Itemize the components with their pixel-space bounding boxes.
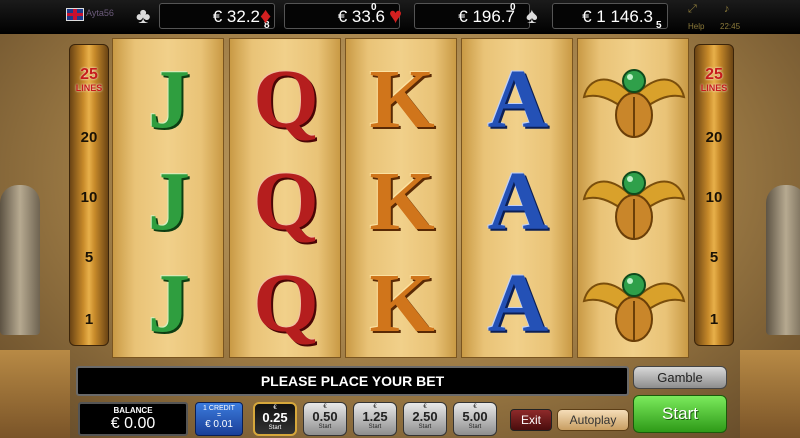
symbol-k: K [369, 52, 435, 146]
line-marker-1-right[interactable]: 1 [695, 311, 733, 328]
line-marker-5-right[interactable]: 5 [695, 249, 733, 266]
jackpot-hearts-suffix: 0 [510, 2, 516, 13]
jackpot-bar: Ayta56 ♣ € 32.2 8 ♦ € 33.6 0 ♥ € 196.7 0… [0, 0, 800, 34]
line-marker-1[interactable]: 1 [70, 311, 108, 328]
bet-value: 2.50 [412, 409, 438, 424]
reel-3: KKK [345, 38, 457, 358]
credit-label: 1 CREDIT [203, 405, 235, 412]
bet-button-2-50[interactable]: € 2.50 Start [403, 402, 447, 436]
credit-value: € 0.01 [205, 419, 233, 430]
left-anubis-statue [0, 185, 40, 335]
start-button[interactable]: Start [633, 395, 727, 433]
symbol-a: A [487, 154, 549, 248]
autoplay-button[interactable]: Autoplay [557, 409, 629, 431]
clubs-icon: ♣ [136, 3, 151, 28]
balance-label: BALANCE [113, 406, 153, 415]
lines-indicator[interactable]: 25 LINES [72, 67, 106, 113]
credit-equals: = [216, 412, 222, 419]
jackpot-spades: € 1 146.3 [552, 3, 668, 29]
bet-value: 0.25 [262, 410, 288, 425]
bet-button-5-00[interactable]: € 5.00 Start [453, 402, 497, 436]
jackpot-spades-value: € 1 146.3 [582, 7, 653, 26]
player-name: Ayta56 [86, 8, 114, 18]
symbol-k: K [369, 256, 435, 350]
bet-button-1-25[interactable]: € 1.25 Start [353, 402, 397, 436]
bet-button-0-25[interactable]: € 0.25 Start [253, 402, 297, 436]
balance-display: BALANCE € 0.00 [78, 402, 188, 436]
lines-indicator-right[interactable]: 25 LINES [697, 67, 731, 113]
left-pedestal [0, 350, 70, 438]
balance-value: € 0.00 [110, 415, 156, 432]
symbol-q: Q [253, 154, 319, 248]
reel-4: AAA [461, 38, 573, 358]
bet-value: 1.25 [362, 409, 388, 424]
credit-display: 1 CREDIT = € 0.01 [195, 402, 243, 436]
jackpot-diamonds: € 33.6 [284, 3, 400, 29]
right-lines-panel: 25 LINES 20 10 5 1 [694, 44, 734, 346]
symbol-q: Q [253, 52, 319, 146]
bet-button-0-50[interactable]: € 0.50 Start [303, 402, 347, 436]
lines-count-right: 25 [705, 66, 723, 83]
jackpot-clubs: € 32.2 [159, 3, 275, 29]
line-marker-20-right[interactable]: 20 [695, 129, 733, 146]
bet-start-label: Start [468, 424, 482, 430]
symbol-k: K [369, 154, 435, 248]
bet-value: 5.00 [462, 409, 488, 424]
symbol-j: J [148, 52, 190, 146]
line-marker-20[interactable]: 20 [70, 129, 108, 146]
uk-flag-icon[interactable] [66, 8, 84, 21]
scarab-symbol [578, 151, 690, 251]
jackpot-hearts-value: € 196.7 [458, 7, 515, 26]
right-anubis-statue [766, 185, 800, 335]
line-marker-5[interactable]: 5 [70, 249, 108, 266]
help-link[interactable]: Help [688, 22, 704, 31]
symbol-j: J [148, 256, 190, 350]
clock: 22:45 [720, 22, 741, 31]
jackpot-clubs-value: € 32.2 [212, 7, 260, 26]
fullscreen-icon[interactable]: ⤢ [688, 3, 697, 16]
bet-start-label: Start [368, 424, 382, 430]
line-marker-10[interactable]: 10 [70, 189, 108, 206]
jackpot-diamonds-suffix: 0 [371, 2, 377, 13]
symbol-a: A [487, 256, 549, 350]
reel-5 [577, 38, 689, 358]
gamble-button[interactable]: Gamble [633, 366, 727, 389]
symbol-a: A [487, 52, 549, 146]
exit-button[interactable]: Exit [510, 409, 552, 431]
hearts-icon: ♥ [389, 3, 403, 28]
jackpot-spades-suffix: 5 [656, 20, 662, 31]
left-lines-panel: 25 LINES 20 10 5 1 [69, 44, 109, 346]
bet-start-label: Start [268, 425, 282, 431]
symbol-q: Q [253, 256, 319, 350]
lines-label-right: LINES [700, 83, 728, 93]
bet-start-label: Start [418, 424, 432, 430]
scarab-symbol [578, 253, 690, 353]
right-pedestal [740, 350, 800, 438]
symbol-j: J [148, 154, 190, 248]
reel-1: JJJ [112, 38, 224, 358]
lines-count: 25 [80, 66, 98, 83]
reel-area: JJJQQQKKKAAA [112, 38, 689, 358]
spades-icon: ♠ [526, 3, 538, 28]
line-marker-10-right[interactable]: 10 [695, 189, 733, 206]
scarab-symbol [578, 49, 690, 149]
reel-2: QQQ [229, 38, 341, 358]
bet-value: 0.50 [312, 409, 338, 424]
lines-label: LINES [75, 83, 103, 93]
sound-icon[interactable]: ♪ [724, 3, 730, 15]
status-message: PLEASE PLACE YOUR BET [76, 366, 629, 396]
bet-start-label: Start [318, 424, 332, 430]
diamonds-icon: ♦ [260, 3, 272, 28]
jackpot-diamonds-value: € 33.6 [337, 7, 385, 26]
